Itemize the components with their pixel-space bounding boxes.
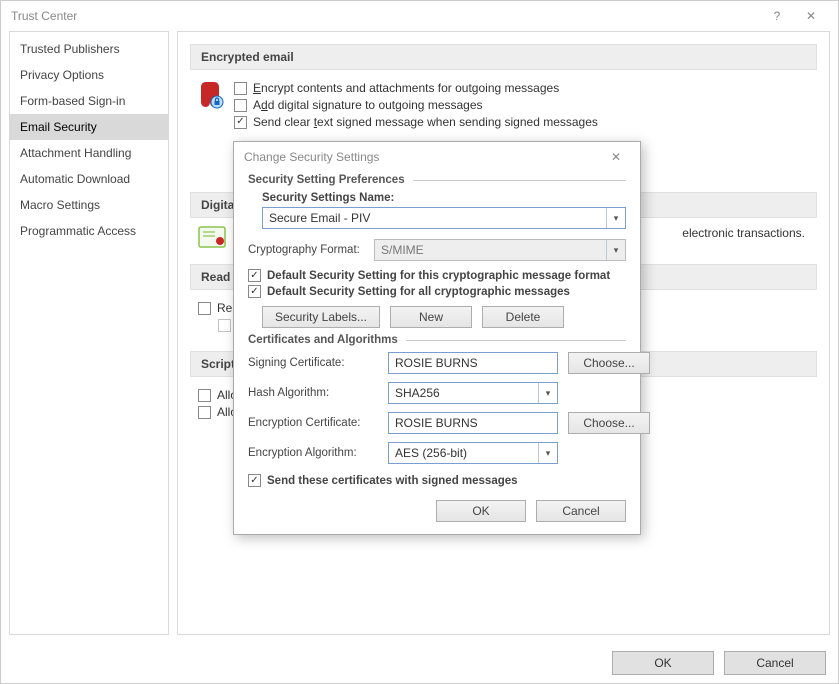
label-send-certs: Send these certificates with signed mess…: [267, 475, 518, 487]
titlebar: Trust Center ? ✕: [1, 1, 838, 31]
enc-cert-field: ROSIE BURNS: [388, 412, 558, 434]
checkbox-send-certs[interactable]: [248, 474, 261, 487]
modal-close-button[interactable]: ✕: [602, 150, 630, 164]
signing-cert-field: ROSIE BURNS: [388, 352, 558, 374]
sidebar-item-trusted-publishers[interactable]: Trusted Publishers: [10, 36, 168, 62]
hash-alg-combo[interactable]: SHA256 ▾: [388, 382, 558, 404]
group-certificates: Certificates and Algorithms: [248, 334, 626, 346]
footer: OK Cancel: [1, 643, 838, 683]
delete-button[interactable]: Delete: [482, 306, 564, 328]
cancel-button[interactable]: Cancel: [724, 651, 826, 675]
checkbox-encrypt-contents[interactable]: [234, 82, 247, 95]
certificate-icon: [198, 226, 226, 248]
label-add-signature: Add digital signature to outgoing messag…: [253, 98, 483, 112]
checkbox-clear-text[interactable]: [234, 116, 247, 129]
checkbox-default-all[interactable]: [248, 285, 261, 298]
hash-alg-label: Hash Algorithm:: [248, 387, 378, 399]
ok-button[interactable]: OK: [612, 651, 714, 675]
modal-title: Change Security Settings: [244, 150, 379, 164]
signing-cert-label: Signing Certificate:: [248, 357, 378, 369]
sidebar: Trusted Publishers Privacy Options Form-…: [9, 31, 169, 635]
chevron-down-icon: ▾: [606, 240, 625, 260]
enc-alg-label: Encryption Algorithm:: [248, 447, 378, 459]
checkbox-read-plain-1[interactable]: [198, 302, 211, 315]
checkbox-read-plain-2[interactable]: [218, 319, 231, 332]
change-security-settings-dialog: Change Security Settings ✕ Security Sett…: [233, 141, 641, 535]
window-title: Trust Center: [11, 9, 77, 23]
ribbon-lock-icon: [198, 80, 224, 110]
crypto-format-combo: S/MIME ▾: [374, 239, 626, 261]
digital-ids-desc-post: electronic transactions.: [682, 226, 805, 240]
checkbox-script-1[interactable]: [198, 389, 211, 402]
label-encrypt-contents: Encrypt contents and attachments for out…: [253, 81, 559, 95]
enc-alg-combo[interactable]: AES (256-bit) ▾: [388, 442, 558, 464]
sidebar-item-email-security[interactable]: Email Security: [10, 114, 168, 140]
crypto-format-label: Cryptography Format:: [248, 244, 368, 256]
section-encrypted-email: Encrypted email: [190, 44, 817, 70]
sidebar-item-automatic-download[interactable]: Automatic Download: [10, 166, 168, 192]
modal-titlebar: Change Security Settings ✕: [234, 142, 640, 172]
help-button[interactable]: ?: [760, 1, 794, 31]
security-settings-name-label: Security Settings Name:: [262, 192, 626, 204]
security-labels-button[interactable]: Security Labels...: [262, 306, 380, 328]
trust-center-window: Trust Center ? ✕ Trusted Publishers Priv…: [0, 0, 839, 684]
security-settings-name-combo[interactable]: Secure Email - PIV ▾: [262, 207, 626, 229]
enc-cert-label: Encryption Certificate:: [248, 417, 378, 429]
chevron-down-icon: ▾: [538, 383, 557, 403]
checkbox-add-signature[interactable]: [234, 99, 247, 112]
choose-encryption-button[interactable]: Choose...: [568, 412, 650, 434]
sidebar-item-programmatic-access[interactable]: Programmatic Access: [10, 218, 168, 244]
new-button[interactable]: New: [390, 306, 472, 328]
sidebar-item-privacy-options[interactable]: Privacy Options: [10, 62, 168, 88]
checkbox-script-2[interactable]: [198, 406, 211, 419]
sidebar-item-attachment-handling[interactable]: Attachment Handling: [10, 140, 168, 166]
sidebar-item-macro-settings[interactable]: Macro Settings: [10, 192, 168, 218]
chevron-down-icon: ▾: [606, 208, 625, 228]
label-default-all: Default Security Setting for all cryptog…: [267, 286, 570, 298]
modal-ok-button[interactable]: OK: [436, 500, 526, 522]
checkbox-default-format[interactable]: [248, 269, 261, 282]
label-clear-text: Send clear text signed message when send…: [253, 115, 598, 129]
group-preferences: Security Setting Preferences: [248, 174, 626, 186]
label-default-format: Default Security Setting for this crypto…: [267, 270, 610, 282]
chevron-down-icon: ▾: [538, 443, 557, 463]
modal-cancel-button[interactable]: Cancel: [536, 500, 626, 522]
sidebar-item-form-based-signin[interactable]: Form-based Sign-in: [10, 88, 168, 114]
choose-signing-button[interactable]: Choose...: [568, 352, 650, 374]
close-button[interactable]: ✕: [794, 1, 828, 31]
